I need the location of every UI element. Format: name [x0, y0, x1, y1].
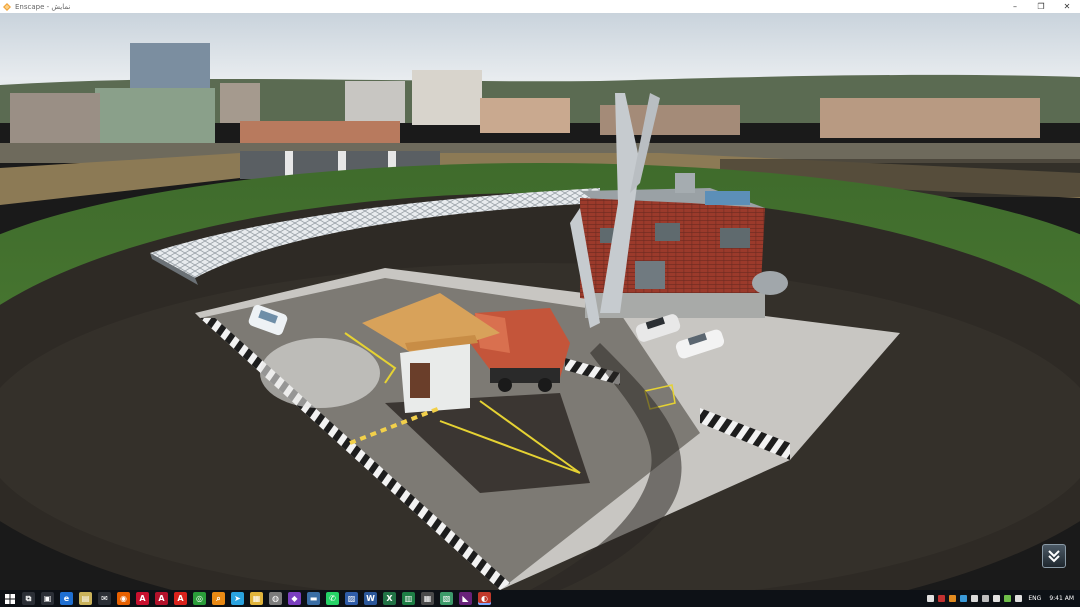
enscape-logo-icon — [3, 2, 11, 11]
files-icon[interactable]: ▦ — [250, 592, 263, 605]
visual-studio-icon[interactable]: ◣ — [459, 592, 472, 605]
enscape-taskbar-icon[interactable]: ◐ — [478, 592, 491, 605]
window-title-bar: Enscape - نمایش – ❐ ✕ — [0, 0, 1080, 13]
window-title: Enscape - نمایش — [15, 2, 71, 11]
tray-volume-icon[interactable] — [1015, 595, 1023, 602]
language-indicator[interactable]: ENG — [1028, 595, 1041, 602]
tray-search-icon[interactable] — [971, 595, 979, 602]
tray-network-icon[interactable] — [982, 595, 990, 602]
close-button[interactable]: ✕ — [1054, 0, 1080, 13]
search-app-icon[interactable]: ⌕ — [212, 592, 225, 605]
double-chevron-down-icon — [1048, 550, 1060, 563]
taskbar: ⧉ ▣ e ▤ ✉ ◉ A A A ◎ ⌕ ➤ ▦ ◍ ◆ ▬ ✆ ▨ W X ▥ ▦ ▧ ◣ ◐ ENG 9:41 AM — [0, 590, 1080, 607]
word-icon[interactable]: W — [364, 592, 377, 605]
media-icon[interactable]: ◆ — [288, 592, 301, 605]
photos-icon[interactable]: ▨ — [345, 592, 358, 605]
task-view-icon[interactable]: ⧉ — [22, 592, 35, 605]
navigation-panel-button[interactable] — [1042, 544, 1066, 568]
globe-icon[interactable]: ◍ — [269, 592, 282, 605]
edge-icon[interactable]: e — [60, 592, 73, 605]
tray-app3-icon[interactable] — [949, 595, 957, 602]
taskbar-apps: ⧉ ▣ e ▤ ✉ ◉ A A A ◎ ⌕ ➤ ▦ ◍ ◆ ▬ ✆ ▨ W X ▥ ▦ ▧ ◣ ◐ — [0, 590, 494, 607]
video-icon[interactable]: ▬ — [307, 592, 320, 605]
whatsapp-icon[interactable]: ✆ — [326, 592, 339, 605]
autocad-icon[interactable]: A — [136, 592, 149, 605]
system-tray: ENG 9:41 AM — [925, 590, 1080, 607]
telegram-icon[interactable]: ➤ — [231, 592, 244, 605]
tray-battery-icon[interactable] — [1004, 595, 1012, 602]
mail-icon[interactable]: ✉ — [98, 592, 111, 605]
render-viewport[interactable] — [0, 13, 1080, 590]
firefox-icon[interactable]: ◉ — [117, 592, 130, 605]
window-controls: – ❐ ✕ — [1002, 0, 1080, 13]
tray-app2-icon[interactable] — [938, 595, 946, 602]
tray-shield-icon[interactable] — [993, 595, 1001, 602]
maximize-button[interactable]: ❐ — [1028, 0, 1054, 13]
render-scene — [0, 13, 1080, 590]
calculator-icon[interactable]: ▦ — [421, 592, 434, 605]
clock[interactable]: 9:41 AM — [1049, 595, 1074, 602]
excel-icon[interactable]: X — [383, 592, 396, 605]
acrobat-icon[interactable]: A — [174, 592, 187, 605]
windows-start-icon[interactable] — [3, 592, 16, 605]
minimize-button[interactable]: – — [1002, 0, 1028, 13]
tray-app4-icon[interactable] — [960, 595, 968, 602]
chrome-icon[interactable]: ◎ — [193, 592, 206, 605]
sheets-icon[interactable]: ▥ — [402, 592, 415, 605]
tray-app1-icon[interactable] — [927, 595, 935, 602]
revit-icon[interactable]: A — [155, 592, 168, 605]
gallery-icon[interactable]: ▧ — [440, 592, 453, 605]
notepad-icon[interactable]: ▤ — [79, 592, 92, 605]
store-icon[interactable]: ▣ — [41, 592, 54, 605]
